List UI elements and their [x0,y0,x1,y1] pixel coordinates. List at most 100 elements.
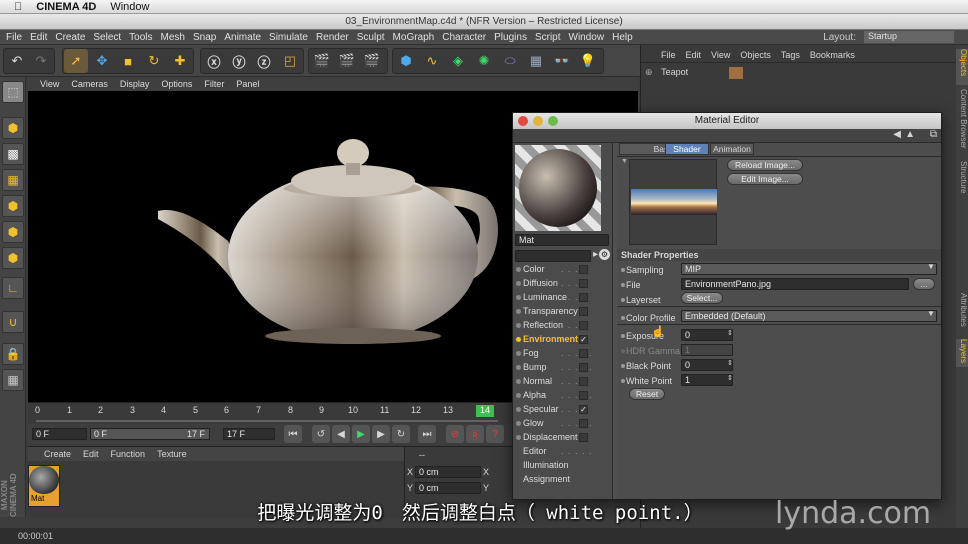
channel-luminance-checkbox[interactable] [579,293,588,302]
render-picture-viewer-icon[interactable]: 🎬 [335,49,359,73]
minimize-icon[interactable] [533,116,543,126]
go-to-start-icon[interactable]: ⏮ [284,425,302,443]
up-arrow-icon[interactable]: ▲ [905,129,915,140]
nurbs-icon[interactable]: ◈ [446,49,470,73]
close-icon[interactable] [518,116,528,126]
color-profile-select[interactable]: Embedded (Default) [681,310,937,322]
magnet-icon[interactable]: ∪ [2,311,24,333]
play-icon[interactable]: ▶ [352,425,370,443]
menu-mograph[interactable]: MoGraph [393,32,435,43]
deformer-icon[interactable]: ⬭ [498,49,522,73]
camera-icon[interactable]: 👓 [550,49,574,73]
channel-fog[interactable]: Fog. . . . . [513,347,613,360]
vp-menu-filter[interactable]: Filter [204,79,224,89]
vp-menu-cameras[interactable]: Cameras [71,79,108,89]
z-axis-icon[interactable]: ⓩ [252,49,276,73]
channel-specular[interactable]: Specular. . . ✓ [513,403,613,416]
x-axis-icon[interactable]: ⓧ [202,49,226,73]
channel-normal[interactable]: Normal. . . . [513,375,613,388]
om-menu-view[interactable]: View [711,50,730,60]
material-filter-field[interactable] [515,250,591,262]
object-row-teapot[interactable]: ⊕ Teapot [645,67,945,81]
menu-plugins[interactable]: Plugins [494,32,527,43]
file-browse-button[interactable]: ... [913,278,935,290]
start-frame-field[interactable]: 0 F [32,428,87,440]
channel-glow-checkbox[interactable] [579,419,588,428]
channel-illumination[interactable]: Illumination [513,459,613,472]
mm-menu-edit[interactable]: Edit [83,449,99,459]
vp-menu-panel[interactable]: Panel [236,79,259,89]
vp-menu-options[interactable]: Options [161,79,192,89]
step-forward-icon[interactable]: ▶ [372,425,390,443]
select-arrow-icon[interactable]: ➚ [64,49,88,73]
layerset-select-button[interactable]: Select... [681,292,723,304]
menu-mesh[interactable]: Mesh [161,32,185,43]
back-arrow-icon[interactable]: ◀ [893,129,901,140]
step-back-icon[interactable]: ◀ [332,425,350,443]
key-selection-icon[interactable]: ? [486,425,504,443]
render-view-icon[interactable]: 🎬 [310,49,334,73]
om-menu-tags[interactable]: Tags [781,50,800,60]
panel-menu-icon[interactable]: ⧉ [930,129,937,140]
om-menu-bookmarks[interactable]: Bookmarks [810,50,855,60]
menu-character[interactable]: Character [442,32,486,43]
channel-transparency-checkbox[interactable] [579,307,588,316]
polygons-mode-icon[interactable]: ⬢ [2,247,24,269]
floor-icon[interactable]: ▦ [524,49,548,73]
channel-glow[interactable]: Glow. . . . . [513,417,613,430]
window-menu[interactable]: Window [110,1,149,13]
range-slider[interactable]: 0 F 17 F [90,428,210,440]
channel-specular-checkbox[interactable]: ✓ [579,405,588,414]
axis-mode-icon[interactable]: ∟ [2,277,24,299]
channel-editor[interactable]: Editor. . . . . [513,445,613,458]
black-point-field[interactable]: 0 [681,359,733,371]
file-field[interactable]: EnvironmentPano.jpg [681,278,909,290]
menu-simulate[interactable]: Simulate [269,32,308,43]
channel-normal-checkbox[interactable] [579,377,588,386]
grid-snap-icon[interactable]: ▦ [2,369,24,391]
channel-bump-checkbox[interactable] [579,363,588,372]
reload-image-button[interactable]: Reload Image... [727,159,803,171]
last-tool-icon[interactable]: ✚ [168,49,192,73]
channel-alpha[interactable]: Alpha. . . . . [513,389,613,402]
menu-tools[interactable]: Tools [129,32,152,43]
channel-color[interactable]: Color. . . . [513,263,613,276]
sampling-dropdown-icon[interactable]: ▼ [927,262,935,271]
model-mode-icon[interactable]: ⬢ [2,117,24,139]
texture-mode-icon[interactable]: ▩ [2,143,24,165]
channel-options-icon[interactable]: ⚙ [599,249,610,260]
end-frame-field[interactable]: 17 F [223,428,275,440]
auto-key-icon[interactable]: Ⓡ [466,425,484,443]
channel-assignment[interactable]: Assignment [513,473,613,486]
next-key-icon[interactable]: ↻ [392,425,410,443]
menu-edit[interactable]: Edit [30,32,47,43]
coord-x-field[interactable]: 0 cm [415,466,481,478]
menu-snap[interactable]: Snap [193,32,216,43]
coord-y-field[interactable]: 0 cm [415,482,481,494]
channel-reflection[interactable]: Reflection. . . [513,319,613,332]
white-point-stepper-icon[interactable]: ⇕ [727,374,733,382]
workplane-mode-icon[interactable]: ▦ [2,169,24,191]
menu-file[interactable]: File [6,32,22,43]
coordinate-system-icon[interactable]: ◰ [278,49,302,73]
render-settings-icon[interactable]: 🎬 [360,49,384,73]
channel-transparency[interactable]: Transparency [513,305,613,318]
om-menu-objects[interactable]: Objects [740,50,771,60]
redo-icon[interactable]: ↷ [29,49,53,73]
menu-create[interactable]: Create [55,32,85,43]
tab-objects[interactable]: Objects [956,49,968,85]
object-expand-icon[interactable]: ⊕ [645,67,653,77]
scale-icon[interactable]: ■ [116,49,140,73]
tab-shader[interactable]: Shader [665,143,709,155]
edges-mode-icon[interactable]: ⬢ [2,221,24,243]
channel-diffusion[interactable]: Diffusion. . . [513,277,613,290]
channel-luminance[interactable]: Luminance. . . [513,291,613,304]
points-mode-icon[interactable]: ⬢ [2,195,24,217]
menu-render[interactable]: Render [316,32,349,43]
channel-displacement-checkbox[interactable] [579,433,588,442]
go-to-end-icon[interactable]: ⏭ [418,425,436,443]
exposure-stepper-icon[interactable]: ⇕ [727,329,733,337]
menu-animate[interactable]: Animate [224,32,261,43]
white-point-field[interactable]: 1 [681,374,733,386]
material-thumbnail[interactable]: Mat [28,465,60,507]
